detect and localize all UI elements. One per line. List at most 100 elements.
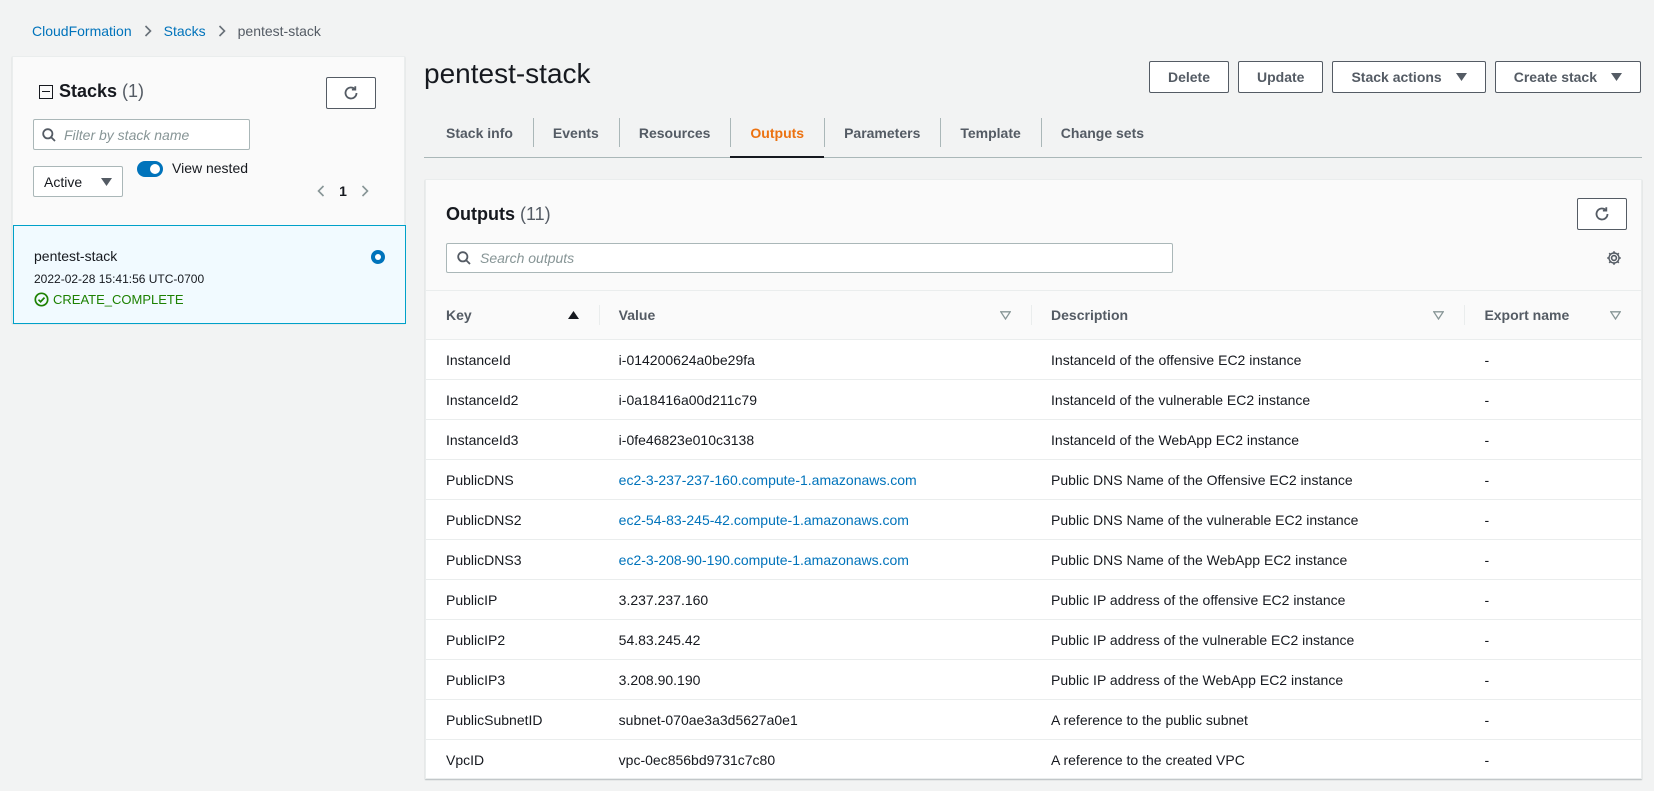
output-description: InstanceId of the vulnerable EC2 instanc… xyxy=(1031,379,1465,420)
output-key: PublicIP2 xyxy=(426,619,599,660)
table-row: PublicSubnetID subnet-070ae3a3d5627a0e1 A … xyxy=(426,699,1641,740)
table-row: InstanceId3 i-0fe46823e010c3138 InstanceId… xyxy=(426,419,1641,460)
status-filter-select[interactable]: Active xyxy=(33,166,123,197)
stacks-refresh-button[interactable] xyxy=(326,77,376,109)
output-value: vpc-0ec856bd9731c7c80 xyxy=(598,739,1032,778)
view-nested-label: View nested xyxy=(172,160,249,176)
sort-ascending-icon xyxy=(567,311,579,319)
outputs-refresh-button[interactable] xyxy=(1577,198,1627,230)
delete-button[interactable]: Delete xyxy=(1148,61,1229,93)
output-export-name: - xyxy=(1464,379,1641,420)
output-description: Public DNS Name of the vulnerable EC2 in… xyxy=(1031,499,1465,540)
stack-name: pentest-stack xyxy=(34,248,118,264)
table-header-row: Key Value Description Export name xyxy=(426,290,1641,340)
output-export-name: - xyxy=(1464,619,1641,660)
output-description: A reference to the created VPC xyxy=(1031,739,1465,778)
gear-icon[interactable] xyxy=(1606,250,1622,266)
output-key: InstanceId3 xyxy=(426,419,599,460)
output-export-name: - xyxy=(1464,339,1641,380)
table-row: PublicIP 3.237.237.160 Public IP address o… xyxy=(426,579,1641,620)
output-export-name: - xyxy=(1464,739,1641,778)
stack-status-text: CREATE_COMPLETE xyxy=(53,292,184,307)
refresh-icon xyxy=(1595,207,1609,221)
output-key: VpcID xyxy=(426,739,599,778)
output-export-name: - xyxy=(1464,539,1641,580)
outputs-search-field[interactable] xyxy=(446,243,1173,273)
outputs-table: Key Value Description Export name Instan… xyxy=(426,290,1641,778)
output-key: PublicDNS3 xyxy=(426,539,599,580)
update-button[interactable]: Update xyxy=(1238,61,1324,93)
output-description: Public IP address of the vulnerable EC2 … xyxy=(1031,619,1465,660)
output-description: InstanceId of the WebApp EC2 instance xyxy=(1031,419,1465,460)
caret-down-icon xyxy=(101,177,112,186)
output-key: PublicDNS xyxy=(426,459,599,500)
tab-parameters[interactable]: Parameters xyxy=(824,108,940,157)
collapse-icon[interactable] xyxy=(39,84,53,99)
output-value-link[interactable]: ec2-54-83-245-42.compute-1.amazonaws.com xyxy=(598,499,1032,540)
output-export-name: - xyxy=(1464,579,1641,620)
output-value: i-014200624a0be29fa xyxy=(598,339,1032,380)
output-export-name: - xyxy=(1464,659,1641,700)
caret-down-icon xyxy=(1455,73,1467,81)
column-header-description[interactable]: Description xyxy=(1031,290,1465,340)
search-icon xyxy=(42,127,56,142)
search-icon xyxy=(457,251,471,265)
previous-page-icon[interactable] xyxy=(309,185,333,197)
stack-created-time: 2022-02-28 15:41:56 UTC-0700 xyxy=(34,272,205,286)
stack-filter-field[interactable] xyxy=(33,119,250,150)
output-value-link[interactable]: ec2-3-237-237-160.compute-1.amazonaws.co… xyxy=(598,459,1032,500)
output-key: InstanceId2 xyxy=(426,379,599,420)
sort-icon xyxy=(1433,310,1445,320)
table-row: PublicIP3 3.208.90.190 Public IP address o… xyxy=(426,659,1641,700)
chevron-right-icon xyxy=(218,25,226,37)
create-stack-button[interactable]: Create stack xyxy=(1494,61,1641,93)
outputs-count: (11) xyxy=(520,204,551,224)
tab-resources[interactable]: Resources xyxy=(618,108,731,157)
stacks-count: (1) xyxy=(122,81,145,101)
output-description: Public IP address of the WebApp EC2 inst… xyxy=(1031,659,1465,700)
stacks-title: Stacks xyxy=(59,81,118,101)
output-export-name: - xyxy=(1464,499,1641,540)
output-value: 54.83.245.42 xyxy=(598,619,1032,660)
column-header-key[interactable]: Key xyxy=(426,290,599,340)
breadcrumb-stacks[interactable]: Stacks xyxy=(164,23,206,39)
output-key: InstanceId xyxy=(426,339,599,380)
check-circle-icon xyxy=(34,292,49,307)
output-export-name: - xyxy=(1464,419,1641,460)
refresh-icon xyxy=(344,86,358,100)
output-description: InstanceId of the offensive EC2 instance xyxy=(1031,339,1465,380)
sort-icon xyxy=(1000,310,1012,320)
output-description: Public DNS Name of the WebApp EC2 instan… xyxy=(1031,539,1465,580)
output-value: i-0fe46823e010c3138 xyxy=(598,419,1032,460)
output-value-link[interactable]: ec2-3-208-90-190.compute-1.amazonaws.com xyxy=(598,539,1032,580)
tab-outputs[interactable]: Outputs xyxy=(730,108,824,158)
stack-radio-selected[interactable] xyxy=(371,250,385,264)
table-row: PublicDNS ec2-3-237-237-160.compute-1.ama… xyxy=(426,459,1641,500)
page-title: pentest-stack xyxy=(424,58,591,89)
outputs-title: Outputs (11) xyxy=(446,204,551,224)
pagination: 1 xyxy=(309,183,377,199)
view-nested-toggle[interactable] xyxy=(137,161,163,177)
output-value: subnet-070ae3a3d5627a0e1 xyxy=(598,699,1032,740)
table-row: InstanceId i-014200624a0be29fa InstanceId … xyxy=(426,339,1641,380)
stack-card-selected[interactable]: pentest-stack 2022-02-28 15:41:56 UTC-07… xyxy=(13,225,406,324)
output-description: Public IP address of the offensive EC2 i… xyxy=(1031,579,1465,620)
output-value: i-0a18416a00d211c79 xyxy=(598,379,1032,420)
table-row: PublicDNS2 ec2-54-83-245-42.compute-1.ama… xyxy=(426,499,1641,540)
tab-events[interactable]: Events xyxy=(532,108,619,157)
tab-template[interactable]: Template xyxy=(940,108,1040,157)
output-value: 3.237.237.160 xyxy=(598,579,1032,620)
stack-actions-button[interactable]: Stack actions xyxy=(1332,61,1486,93)
tab-change-sets[interactable]: Change sets xyxy=(1040,108,1164,157)
stack-filter-input[interactable] xyxy=(64,126,234,143)
breadcrumb-current: pentest-stack xyxy=(237,23,321,39)
outputs-search-input[interactable] xyxy=(480,250,1160,266)
tab-stack-info[interactable]: Stack info xyxy=(424,108,533,157)
breadcrumb-cloudformation[interactable]: CloudFormation xyxy=(32,23,132,39)
next-page-icon[interactable] xyxy=(353,185,377,197)
table-row: PublicDNS3 ec2-3-208-90-190.compute-1.ama… xyxy=(426,539,1641,580)
page-number[interactable]: 1 xyxy=(333,183,353,199)
column-header-export-name[interactable]: Export name xyxy=(1464,290,1641,340)
sort-icon xyxy=(1610,310,1621,320)
column-header-value[interactable]: Value xyxy=(598,290,1032,340)
